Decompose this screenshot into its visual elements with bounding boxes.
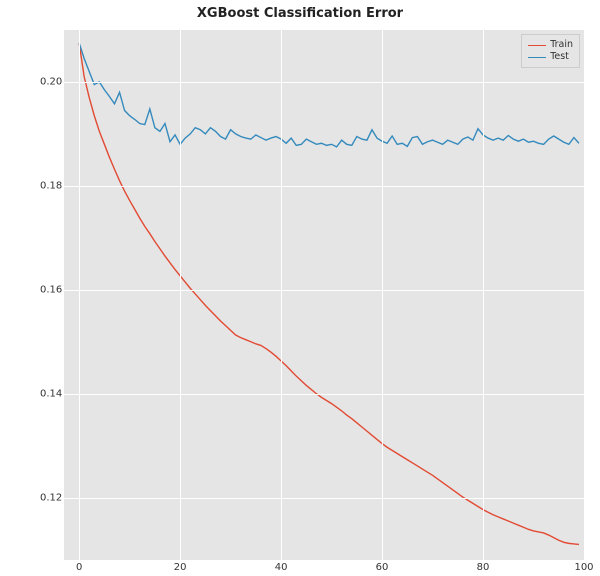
- x-tick-label: 20: [174, 562, 187, 573]
- grid-line-h: [64, 498, 584, 499]
- y-tick-label: 0.14: [40, 388, 60, 399]
- y-tick-label: 0.20: [40, 76, 60, 87]
- legend-swatch-test: [528, 57, 546, 58]
- x-tick-label: 40: [275, 562, 288, 573]
- legend-entry-train: Train: [528, 39, 573, 51]
- x-tick-label: 60: [376, 562, 389, 573]
- chart-title: XGBoost Classification Error: [0, 6, 600, 21]
- grid-line-v: [483, 30, 484, 560]
- legend-label-train: Train: [550, 39, 573, 51]
- x-tick-label: 0: [76, 562, 82, 573]
- grid-line-h: [64, 394, 584, 395]
- y-tick-label: 0.18: [40, 180, 60, 191]
- grid-line-h: [64, 82, 584, 83]
- grid-line-v: [180, 30, 181, 560]
- train-line: [79, 43, 579, 544]
- x-tick-label: 100: [574, 562, 593, 573]
- grid-line-v: [382, 30, 383, 560]
- x-tick-label: 80: [477, 562, 490, 573]
- grid-line-h: [64, 290, 584, 291]
- plot-area: Train Test: [64, 30, 584, 560]
- y-tick-label: 0.12: [40, 492, 60, 503]
- chart-figure: XGBoost Classification Error Classificat…: [0, 0, 600, 576]
- legend-swatch-train: [528, 45, 546, 46]
- test-line: [79, 43, 579, 147]
- y-tick-label: 0.16: [40, 284, 60, 295]
- legend-entry-test: Test: [528, 51, 573, 63]
- legend: Train Test: [521, 34, 580, 68]
- grid-line-v: [281, 30, 282, 560]
- grid-line-v: [79, 30, 80, 560]
- line-canvas: [64, 30, 584, 560]
- legend-label-test: Test: [550, 51, 569, 63]
- grid-line-h: [64, 186, 584, 187]
- grid-line-v: [584, 30, 585, 560]
